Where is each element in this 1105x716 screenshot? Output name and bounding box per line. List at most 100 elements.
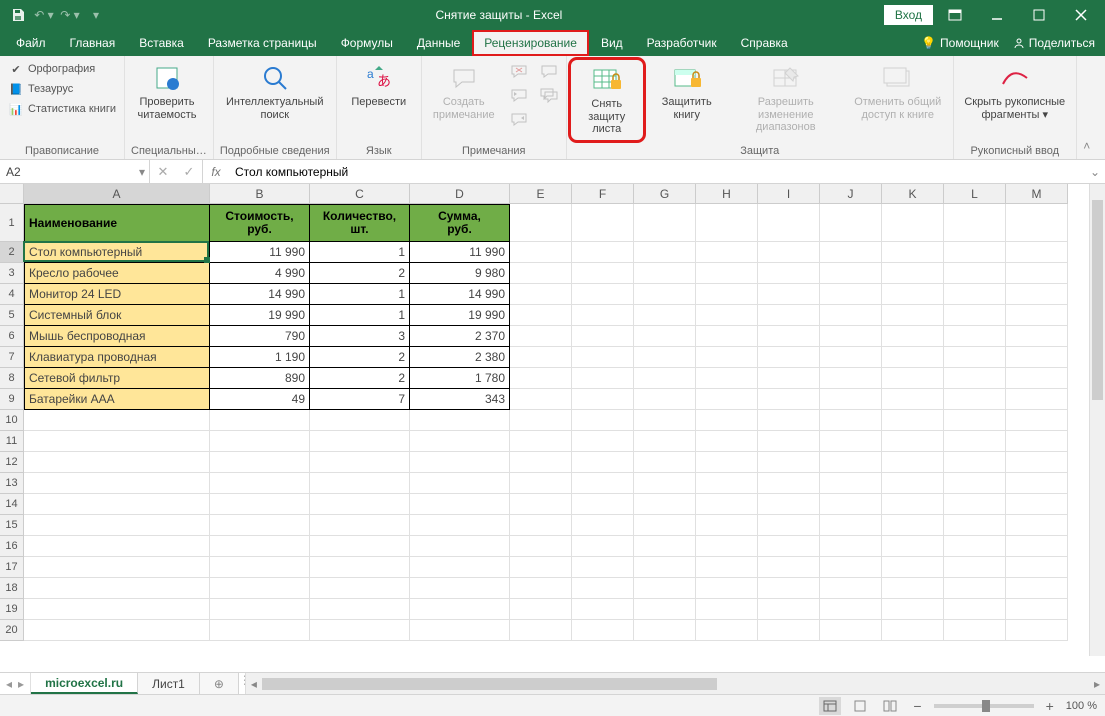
cell[interactable] [820,347,882,368]
cell[interactable] [758,410,820,431]
cell[interactable] [634,473,696,494]
cell[interactable] [210,536,310,557]
sheet-tab-0[interactable]: microexcel.ru [31,673,138,694]
cell[interactable] [210,410,310,431]
cell[interactable]: 14 990 [210,284,310,305]
cell[interactable] [1006,263,1068,284]
cell[interactable] [510,452,572,473]
tab-данные[interactable]: Данные [405,30,472,56]
cell[interactable] [634,557,696,578]
cell[interactable] [510,263,572,284]
hide-ink-button[interactable]: Скрыть рукописныефрагменты ▾ [960,60,1070,121]
row-header-3[interactable]: 3 [0,263,24,284]
cell[interactable] [758,578,820,599]
cell[interactable] [882,452,944,473]
cell[interactable] [882,263,944,284]
row-header-10[interactable]: 10 [0,410,24,431]
cell[interactable]: Сетевой фильтр [24,368,210,389]
cell[interactable] [210,578,310,599]
cell[interactable] [1006,204,1068,242]
cell[interactable] [944,473,1006,494]
cell[interactable] [820,578,882,599]
row-header-15[interactable]: 15 [0,515,24,536]
cell[interactable] [820,557,882,578]
cell[interactable] [210,557,310,578]
cell[interactable] [944,347,1006,368]
tab-разметка страницы[interactable]: Разметка страницы [196,30,329,56]
cell[interactable] [696,599,758,620]
cell[interactable] [758,620,820,641]
cell[interactable]: Количество,шт. [310,204,410,242]
name-box-dropdown-icon[interactable]: ▾ [139,165,145,179]
cell[interactable] [310,473,410,494]
cell[interactable] [882,347,944,368]
sheet-prev-icon[interactable]: ◂ [6,677,12,691]
cell[interactable] [882,557,944,578]
cell[interactable] [882,536,944,557]
cell[interactable] [24,620,210,641]
expand-formula-bar-icon[interactable]: ⌄ [1085,160,1105,183]
cell[interactable]: Стол компьютерный [24,242,210,263]
cell[interactable] [510,326,572,347]
next-comment-icon[interactable] [508,108,530,130]
cell[interactable] [944,452,1006,473]
cell[interactable] [1006,410,1068,431]
cell[interactable] [882,284,944,305]
save-icon[interactable] [6,3,30,27]
horizontal-scrollbar[interactable]: ◂ ▸ [245,673,1105,694]
cell[interactable]: 7 [310,389,410,410]
cell[interactable] [944,431,1006,452]
cell[interactable] [758,515,820,536]
cell[interactable] [758,326,820,347]
cell[interactable] [696,515,758,536]
share-button[interactable]: Поделиться [1013,36,1095,50]
cell[interactable] [24,473,210,494]
cell[interactable] [820,305,882,326]
col-header-J[interactable]: J [820,184,882,204]
cell[interactable] [696,326,758,347]
thesaurus-button[interactable]: 📘Тезаурус [6,80,118,98]
cell[interactable] [510,473,572,494]
cell[interactable] [634,494,696,515]
cell[interactable]: Монитор 24 LED [24,284,210,305]
cell[interactable] [944,536,1006,557]
cell[interactable] [944,599,1006,620]
cell[interactable] [696,410,758,431]
cell[interactable]: 3 [310,326,410,347]
cell[interactable] [820,452,882,473]
cell[interactable] [510,284,572,305]
cell[interactable] [510,389,572,410]
cell[interactable]: 49 [210,389,310,410]
cell[interactable] [944,242,1006,263]
cell[interactable] [210,515,310,536]
row-header-20[interactable]: 20 [0,620,24,641]
cell[interactable]: 19 990 [410,305,510,326]
cell[interactable] [410,494,510,515]
cell[interactable] [24,452,210,473]
tab-вид[interactable]: Вид [589,30,635,56]
cell[interactable] [696,620,758,641]
col-header-C[interactable]: C [310,184,410,204]
cell[interactable] [310,620,410,641]
cell[interactable]: Мышь беспроводная [24,326,210,347]
cell[interactable] [758,263,820,284]
cell[interactable] [210,431,310,452]
cell[interactable] [696,452,758,473]
cell[interactable]: 19 990 [210,305,310,326]
cell[interactable] [820,494,882,515]
allow-edit-ranges-button[interactable]: Разрешить изменениедиапазонов [731,60,841,134]
cell[interactable] [944,557,1006,578]
cell[interactable] [24,515,210,536]
col-header-L[interactable]: L [944,184,1006,204]
minimize-icon[interactable] [977,1,1017,29]
cell[interactable] [572,431,634,452]
cell[interactable]: 4 990 [210,263,310,284]
cell[interactable] [820,263,882,284]
cell[interactable]: 1 780 [410,368,510,389]
col-header-B[interactable]: B [210,184,310,204]
cell[interactable] [882,620,944,641]
tab-разработчик[interactable]: Разработчик [635,30,729,56]
cell[interactable] [510,410,572,431]
zoom-slider[interactable] [934,704,1034,708]
fx-icon[interactable]: fx [203,160,229,183]
